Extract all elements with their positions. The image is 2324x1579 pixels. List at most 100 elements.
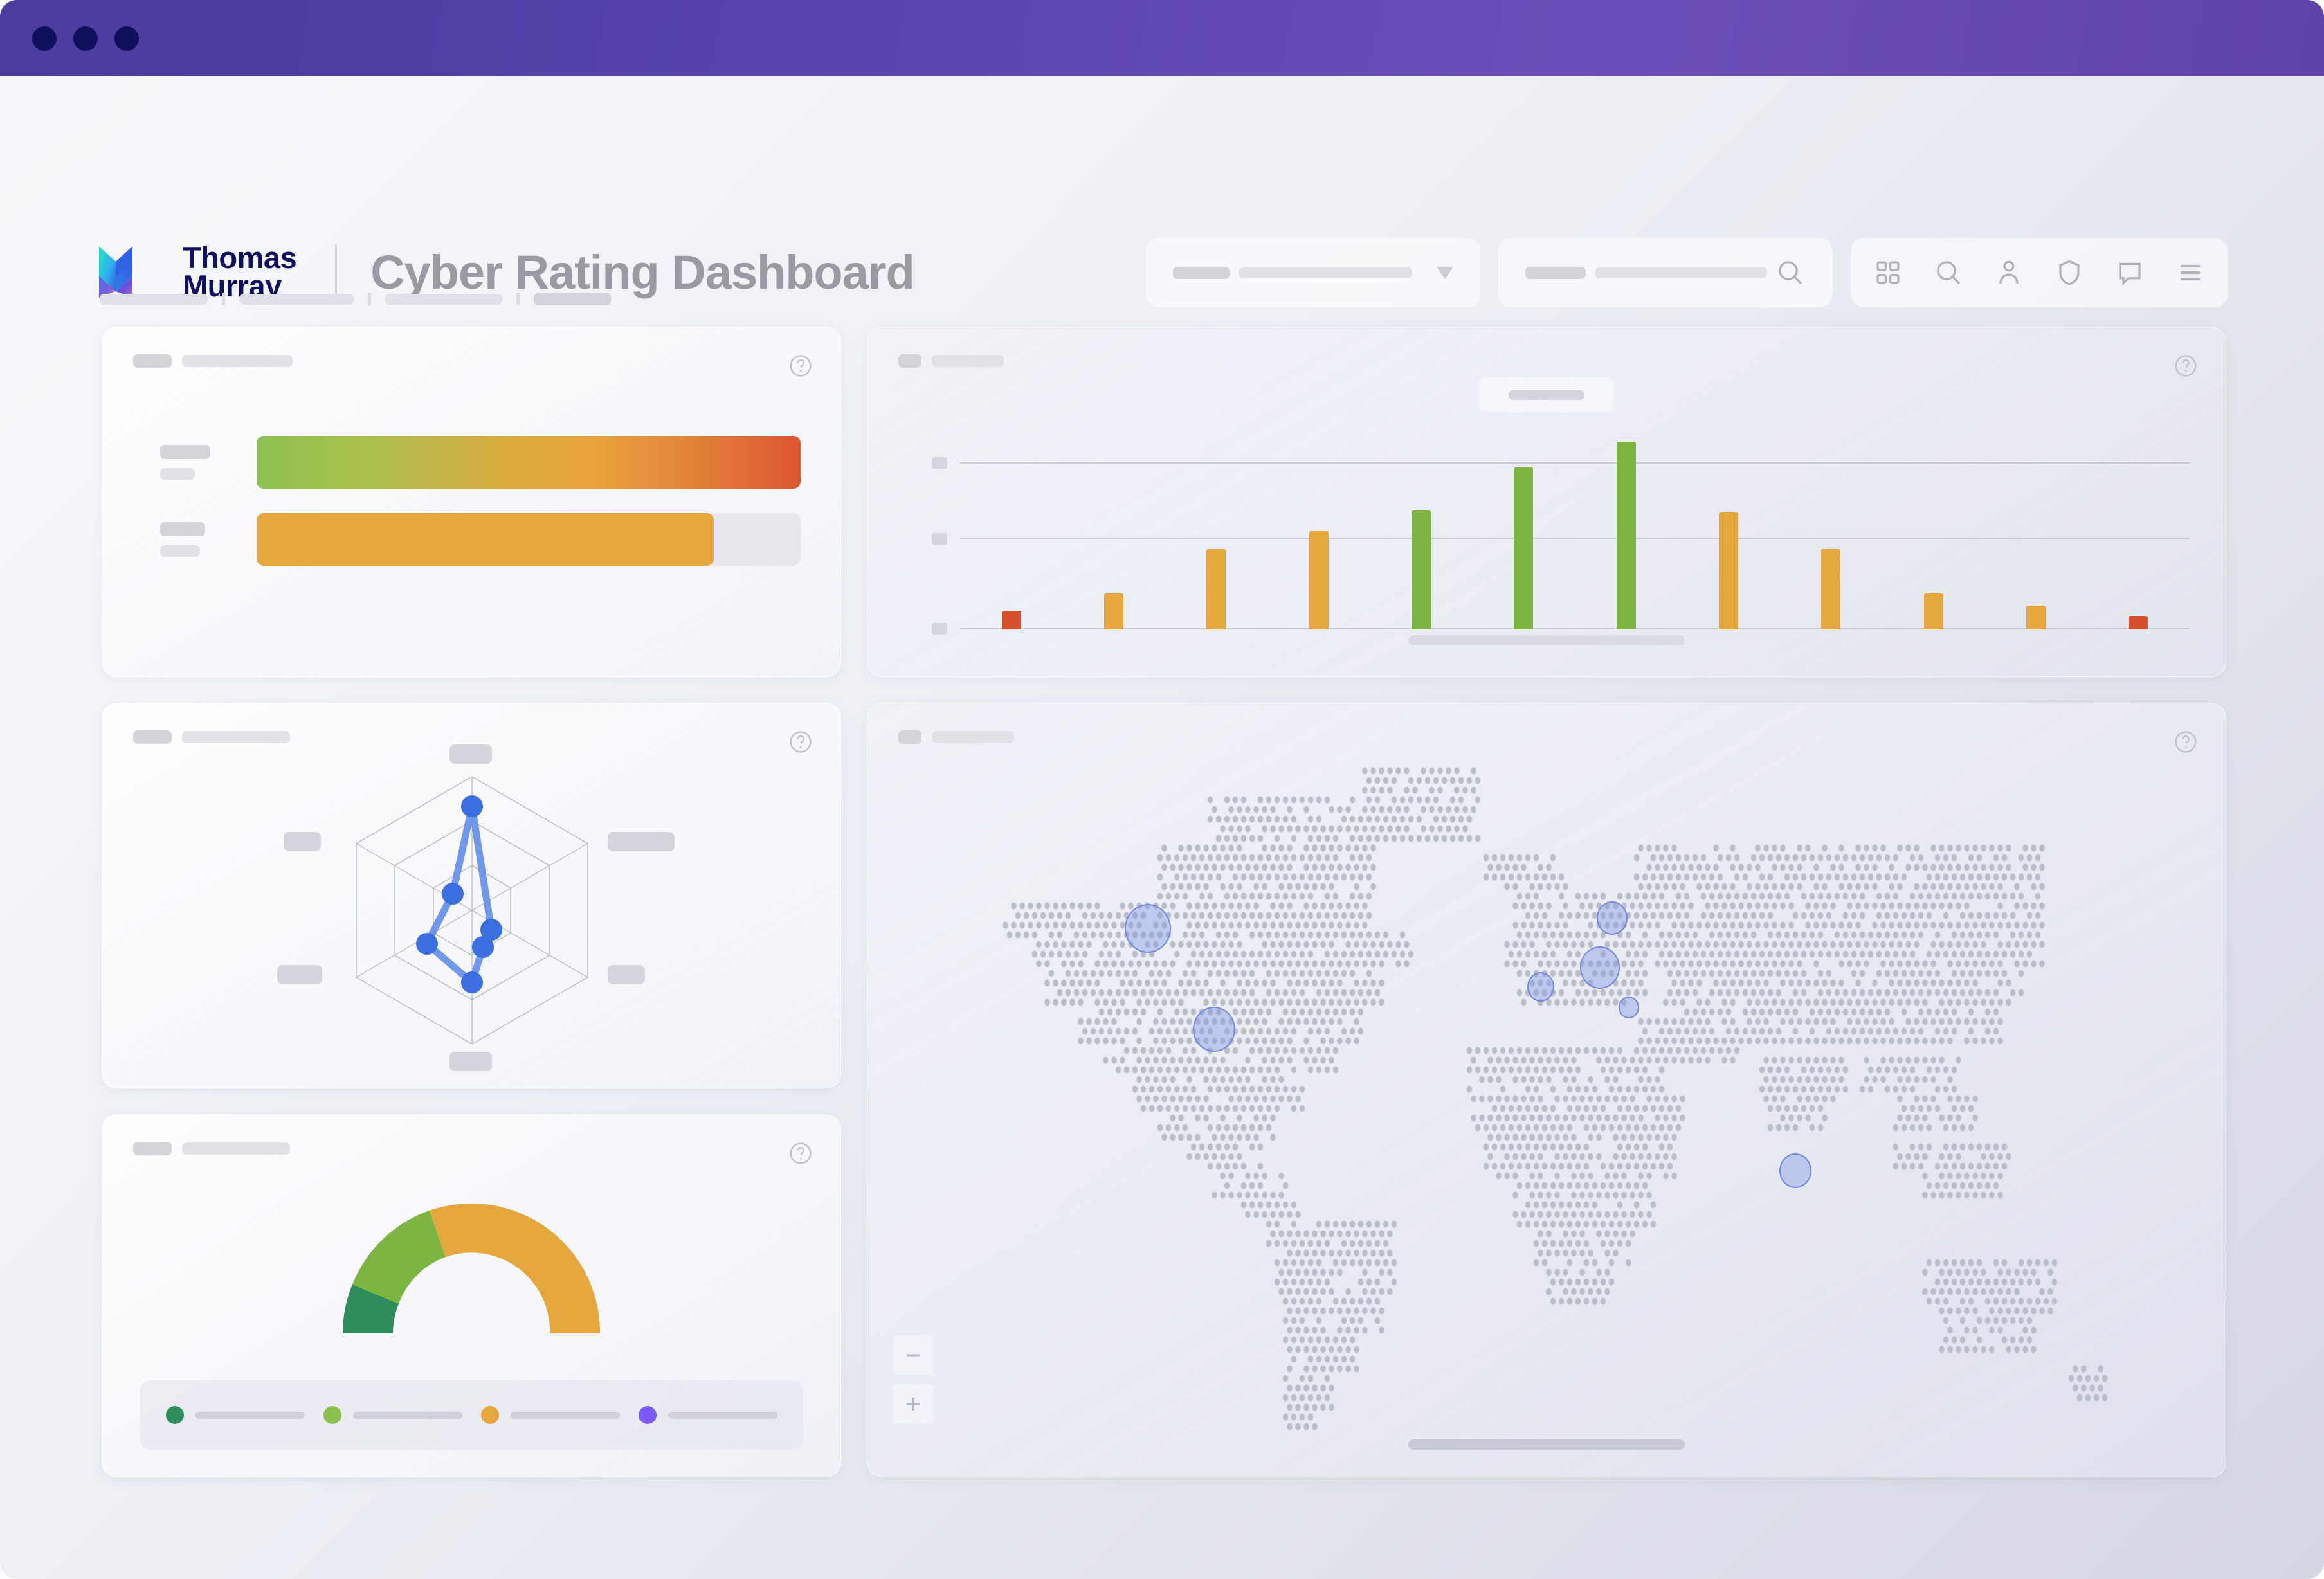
y-tick-0 <box>932 623 947 635</box>
filter-select-value <box>1173 266 1412 279</box>
bars-card-title <box>898 354 921 368</box>
domain-radar-card <box>102 703 841 1088</box>
bars-card-header <box>898 354 1004 368</box>
radar-chart <box>102 737 840 1088</box>
score-card-subtitle <box>182 355 293 367</box>
map-bubble-mexico[interactable] <box>1193 1007 1235 1052</box>
map-zoom-out-button[interactable] <box>893 1335 933 1375</box>
gauge-card-title <box>133 1142 172 1155</box>
chart-legend[interactable] <box>1479 377 1614 412</box>
score-row-label <box>160 445 210 459</box>
gauge-chart <box>102 1165 840 1377</box>
breadcrumb-item-4-active[interactable] <box>534 293 611 305</box>
score-rows <box>102 424 840 578</box>
hamburger-menu-icon[interactable] <box>2175 257 2206 288</box>
legend-item-high[interactable] <box>638 1406 777 1424</box>
radar-point <box>461 795 483 817</box>
radar-axis-label-bottom <box>449 1052 492 1071</box>
score-row <box>102 424 840 501</box>
legend-dot-medium <box>480 1406 499 1424</box>
breadcrumb-item-3[interactable] <box>385 293 502 305</box>
legend-dot-high <box>638 1406 657 1424</box>
bar-chart-plot <box>932 424 2190 635</box>
legend-label-low <box>352 1411 462 1419</box>
bar-C[interactable] <box>1821 549 1841 629</box>
breadcrumb-item-2[interactable] <box>239 293 354 305</box>
y-tick-50 <box>932 533 947 545</box>
breadcrumb-separator <box>516 293 520 305</box>
bar-series <box>960 425 2190 629</box>
help-circle-icon[interactable] <box>788 353 813 379</box>
map-bubble-south-asia[interactable] <box>1779 1153 1811 1188</box>
map-zoom-in-button[interactable] <box>893 1384 933 1424</box>
breadcrumb-separator <box>222 293 225 305</box>
breadcrumb-item-1[interactable] <box>100 293 208 305</box>
bar-CCC[interactable] <box>1616 442 1636 629</box>
geo-exposure-map-card <box>867 703 2226 1477</box>
rating-distribution-card <box>867 327 2226 677</box>
search-icon <box>1775 257 1806 288</box>
bar-CC[interactable] <box>1718 512 1738 629</box>
window-minimize-dot[interactable] <box>73 26 98 51</box>
legend-dot-low <box>323 1406 341 1424</box>
page-title: Cyber Rating Dashboard <box>370 245 915 299</box>
window-maximize-dot[interactable] <box>114 26 139 51</box>
score-row-sublabel <box>160 545 200 557</box>
legend-dot-very-low <box>165 1406 184 1424</box>
search-icon[interactable] <box>1933 257 1964 288</box>
dotted-world-basemap <box>867 703 2226 1477</box>
dashboard-grid <box>102 327 2226 1477</box>
filter-select[interactable] <box>1146 238 1480 307</box>
map-zoom-controls <box>893 1335 933 1424</box>
header-controls <box>1146 238 2228 307</box>
window-close-dot[interactable] <box>32 26 57 51</box>
world-map[interactable] <box>867 703 2226 1477</box>
bar-BBB[interactable] <box>1309 531 1329 629</box>
bar-DD[interactable] <box>2026 606 2046 629</box>
app-window: Thomas Murray Cyber Rating Dashboard <box>0 0 2324 1579</box>
score-row-labels <box>160 445 257 480</box>
gauge-card-header <box>133 1142 290 1155</box>
legend-item-very-low[interactable] <box>165 1406 305 1424</box>
legend-item-low[interactable] <box>323 1406 462 1424</box>
bar-AA[interactable] <box>1103 593 1123 629</box>
chat-icon[interactable] <box>2114 257 2145 288</box>
bar-DDD[interactable] <box>1923 593 1943 629</box>
shield-icon[interactable] <box>2054 257 2085 288</box>
legend-item-medium[interactable] <box>480 1406 620 1424</box>
radar-axis-label-lower-right <box>608 965 645 984</box>
bar-B[interactable] <box>1514 467 1534 629</box>
bars-card-subtitle <box>932 355 1004 367</box>
map-bubble-south-europe[interactable] <box>1619 997 1639 1018</box>
radar-point <box>442 883 464 905</box>
bar-AAA[interactable] <box>1001 611 1021 629</box>
radar-axis-label-upper-right <box>608 832 675 851</box>
help-circle-icon[interactable] <box>2173 353 2199 379</box>
search-input[interactable] <box>1498 238 1833 307</box>
score-summary-card <box>102 327 841 677</box>
radar-axis-label-top <box>449 744 492 764</box>
bar-BB[interactable] <box>1411 510 1431 629</box>
legend-label-very-low <box>195 1411 305 1419</box>
brand-name: Thomas Murray <box>183 240 297 303</box>
map-footer-label <box>1408 1439 1685 1450</box>
bar-A[interactable] <box>1206 549 1226 629</box>
header-icon-bar <box>1851 238 2228 307</box>
window-controls <box>32 26 139 51</box>
gauge-legend <box>140 1380 803 1450</box>
bar-chart-footer-label <box>1408 635 1685 645</box>
risk-gauge-card <box>102 1114 841 1477</box>
map-bubble-north-america[interactable] <box>1125 904 1171 953</box>
apps-grid-icon[interactable] <box>1873 257 1903 288</box>
map-bubble-central-europe[interactable] <box>1580 946 1620 989</box>
score-track <box>257 513 801 566</box>
radar-axis-label-lower-left <box>277 965 322 984</box>
radar-point <box>416 933 438 955</box>
bar-D[interactable] <box>2129 616 2148 629</box>
map-bubble-uk[interactable] <box>1527 972 1554 1002</box>
score-row-label <box>160 522 205 536</box>
chart-legend-label <box>1509 390 1584 400</box>
map-bubble-north-europe[interactable] <box>1597 901 1628 935</box>
help-circle-icon[interactable] <box>788 1141 813 1166</box>
user-icon[interactable] <box>1993 257 2024 288</box>
